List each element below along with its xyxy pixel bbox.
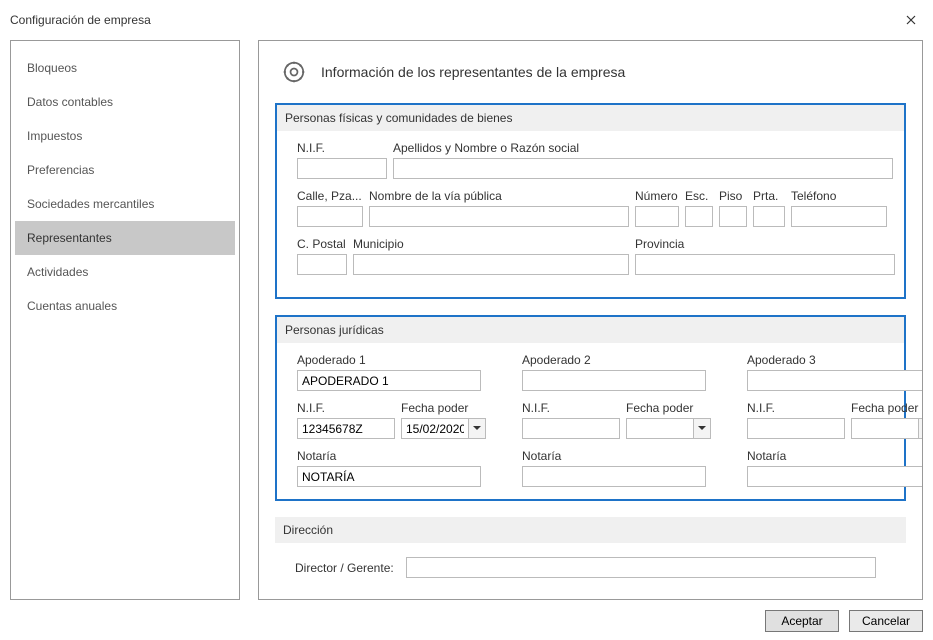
sidebar-item-representantes[interactable]: Representantes xyxy=(15,221,235,255)
input-telefono[interactable] xyxy=(791,206,887,227)
apoderado-column-2: Apoderado 2 N.I.F. Fecha poder Notaría xyxy=(522,353,711,487)
label-notaria-1: Notaría xyxy=(297,449,486,463)
sidebar-item-actividades[interactable]: Actividades xyxy=(15,255,235,289)
sidebar: Bloqueos Datos contables Impuestos Prefe… xyxy=(10,40,240,600)
label-callepza: Calle, Pza... xyxy=(297,189,363,203)
apoderado-column-3: Apoderado 3 N.I.F. Fecha poder Notaría xyxy=(747,353,923,487)
label-nif-3: N.I.F. xyxy=(747,401,845,415)
sidebar-item-datos-contables[interactable]: Datos contables xyxy=(15,85,235,119)
chevron-down-icon xyxy=(473,426,481,431)
label-razon: Apellidos y Nombre o Razón social xyxy=(393,141,893,155)
sidebar-item-impuestos[interactable]: Impuestos xyxy=(15,119,235,153)
chevron-down-icon xyxy=(698,426,706,431)
label-apoderado-1: Apoderado 1 xyxy=(297,353,486,367)
input-apoderado-3[interactable] xyxy=(747,370,923,391)
input-fecha-3[interactable] xyxy=(851,418,919,439)
window-title: Configuración de empresa xyxy=(10,13,151,27)
fecha-dropdown-3[interactable] xyxy=(919,418,923,439)
label-cpostal: C. Postal xyxy=(297,237,347,251)
label-apoderado-3: Apoderado 3 xyxy=(747,353,923,367)
label-nif-1: N.I.F. xyxy=(297,401,395,415)
group-personas-juridicas: Personas jurídicas Apoderado 1 N.I.F. Fe… xyxy=(275,315,906,501)
input-esc[interactable] xyxy=(685,206,713,227)
input-cpostal[interactable] xyxy=(297,254,347,275)
label-nif: N.I.F. xyxy=(297,141,387,155)
main-panel: Información de los representantes de la … xyxy=(258,40,923,600)
group-direccion: Dirección Director / Gerente: xyxy=(275,517,906,578)
input-razon[interactable] xyxy=(393,158,893,179)
input-nif-2[interactable] xyxy=(522,418,620,439)
titlebar: Configuración de empresa xyxy=(0,0,933,40)
gear-icon xyxy=(281,59,307,85)
label-municipio: Municipio xyxy=(353,237,629,251)
input-nif-1[interactable] xyxy=(297,418,395,439)
input-municipio[interactable] xyxy=(353,254,629,275)
label-numero: Número xyxy=(635,189,679,203)
input-director[interactable] xyxy=(406,557,876,578)
input-fecha-2[interactable] xyxy=(626,418,694,439)
group-title-fisicas: Personas físicas y comunidades de bienes xyxy=(277,105,904,131)
input-notaria-3[interactable] xyxy=(747,466,923,487)
input-callepza[interactable] xyxy=(297,206,363,227)
close-icon xyxy=(906,15,916,25)
input-apoderado-2[interactable] xyxy=(522,370,706,391)
fecha-dropdown-2[interactable] xyxy=(694,418,711,439)
input-piso[interactable] xyxy=(719,206,747,227)
input-prta[interactable] xyxy=(753,206,785,227)
label-piso: Piso xyxy=(719,189,747,203)
input-notaria-2[interactable] xyxy=(522,466,706,487)
group-title-direccion: Dirección xyxy=(275,517,906,543)
sidebar-item-sociedades[interactable]: Sociedades mercantiles xyxy=(15,187,235,221)
label-fecha-3: Fecha poder xyxy=(851,401,923,415)
label-viapublica: Nombre de la vía pública xyxy=(369,189,629,203)
label-director: Director / Gerente: xyxy=(295,561,394,575)
group-personas-fisicas: Personas físicas y comunidades de bienes… xyxy=(275,103,906,299)
accept-button[interactable]: Aceptar xyxy=(765,610,839,632)
label-fecha-1: Fecha poder xyxy=(401,401,486,415)
input-nif-3[interactable] xyxy=(747,418,845,439)
label-telefono: Teléfono xyxy=(791,189,887,203)
label-esc: Esc. xyxy=(685,189,713,203)
input-numero[interactable] xyxy=(635,206,679,227)
input-nif[interactable] xyxy=(297,158,387,179)
footer-buttons: Aceptar Cancelar xyxy=(765,610,923,632)
page-header: Información de los representantes de la … xyxy=(275,59,906,85)
input-apoderado-1[interactable] xyxy=(297,370,481,391)
apoderado-column-1: Apoderado 1 N.I.F. Fecha poder Notaría xyxy=(297,353,486,487)
label-nif-2: N.I.F. xyxy=(522,401,620,415)
input-provincia[interactable] xyxy=(635,254,895,275)
label-apoderado-2: Apoderado 2 xyxy=(522,353,711,367)
input-fecha-1[interactable] xyxy=(401,418,469,439)
label-prta: Prta. xyxy=(753,189,785,203)
page-title: Información de los representantes de la … xyxy=(321,64,625,80)
input-notaria-1[interactable] xyxy=(297,466,481,487)
group-title-juridicas: Personas jurídicas xyxy=(277,317,904,343)
cancel-button[interactable]: Cancelar xyxy=(849,610,923,632)
label-notaria-3: Notaría xyxy=(747,449,923,463)
input-viapublica[interactable] xyxy=(369,206,629,227)
close-button[interactable] xyxy=(899,8,923,32)
fecha-dropdown-1[interactable] xyxy=(469,418,486,439)
label-provincia: Provincia xyxy=(635,237,895,251)
label-notaria-2: Notaría xyxy=(522,449,711,463)
sidebar-item-bloqueos[interactable]: Bloqueos xyxy=(15,51,235,85)
label-fecha-2: Fecha poder xyxy=(626,401,711,415)
sidebar-item-preferencias[interactable]: Preferencias xyxy=(15,153,235,187)
sidebar-item-cuentas-anuales[interactable]: Cuentas anuales xyxy=(15,289,235,323)
